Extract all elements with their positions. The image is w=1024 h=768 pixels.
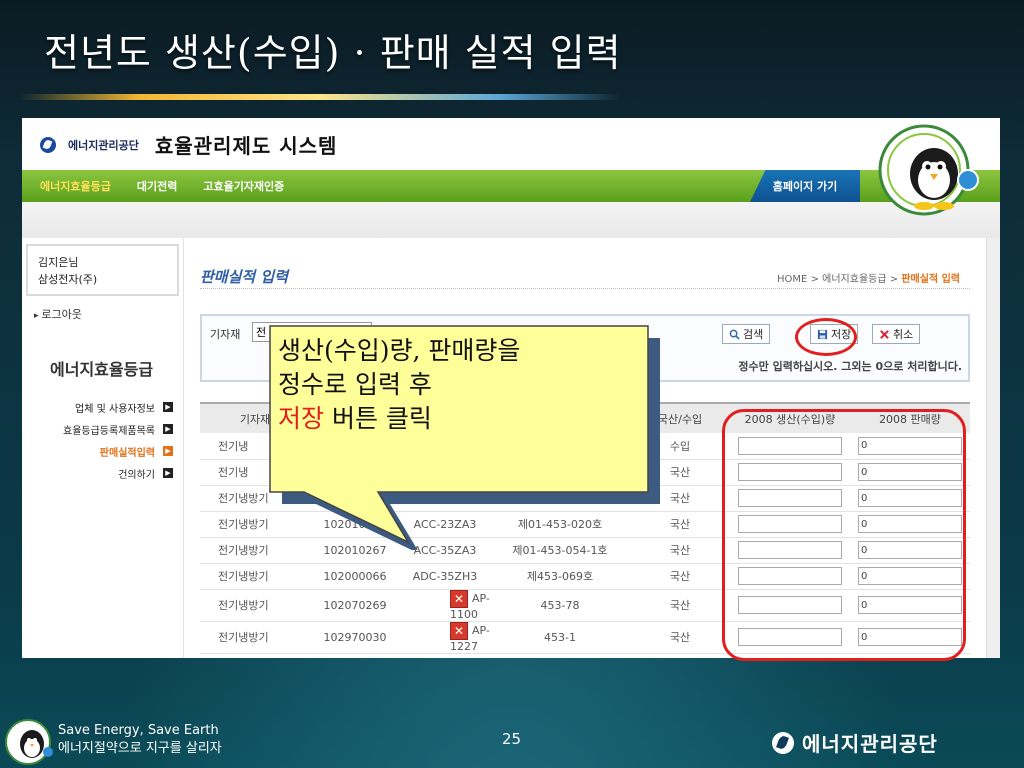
sidebar-item-suggestion[interactable]: 건의하기 ▶ [22, 462, 183, 484]
page-title: 판매실적 입력 [200, 268, 289, 286]
breadcrumb-mid[interactable]: 에너지효율등급 [822, 274, 886, 285]
footer-slogan: Save Energy, Save Earth 에너지절약으로 지구를 살리자 [58, 722, 222, 758]
sidebar-section-title: 에너지효율등급 [50, 360, 154, 379]
logout-link[interactable]: 로그아웃 [34, 306, 183, 322]
sidebar-item-label: 효율등급등록제품목록 [63, 425, 155, 437]
logo-row: 에너지관리공단 효율관리제도 시스템 [40, 130, 337, 159]
slide-title: 전년도 생산(수입) · 판매 실적 입력 [44, 31, 622, 75]
left-sidebar: 김지은님 삼성전자(주) 로그아웃 에너지효율등급 업체 및 사용자정보 ▶ 효… [22, 238, 184, 658]
footer-slogan-ko: 에너지절약으로 지구를 살리자 [58, 741, 222, 756]
equipment-cell: 전기냉방기 [200, 589, 310, 622]
homepage-link[interactable]: 홈페이지 가기 [750, 170, 860, 202]
footer-slogan-en: Save Energy, Save Earth [58, 723, 219, 738]
breadcrumb-separator: > [810, 274, 819, 285]
origin-cell: 국산 [630, 589, 730, 622]
breadcrumb-separator: > [889, 274, 899, 285]
sidebar-item-registered-products[interactable]: 효율등급등록제품목록 ▶ [22, 418, 183, 440]
arrow-right-icon: ▶ [163, 446, 173, 456]
arrow-right-icon: ▶ [163, 424, 173, 434]
sidebar-menu: 업체 및 사용자정보 ▶ 효율등급등록제품목록 ▶ 판매실적입력 ▶ 건의하기 … [22, 396, 183, 484]
delete-icon[interactable]: ✕ [450, 621, 468, 640]
search-button-label: 검색 [743, 328, 764, 341]
sidebar-item-sales-input[interactable]: 판매실적입력 ▶ [22, 440, 183, 462]
code-cell: 102970030 [310, 621, 400, 654]
heading-divider [200, 288, 970, 289]
callout-line: 생산(수입)량, 판매량을 [278, 336, 521, 365]
user-name: 김지은님 [38, 256, 79, 269]
vertical-scrollbar[interactable] [986, 238, 1000, 658]
callout-save-word: 저장 [278, 404, 325, 433]
callout-line-rest: 버튼 클릭 [324, 404, 432, 433]
equipment-cell: 전기냉방기 [200, 563, 310, 590]
user-info-box: 김지은님 삼성전자(주) [26, 244, 179, 296]
search-icon [729, 329, 740, 340]
cancel-button-label: 취소 [893, 328, 914, 341]
callout-text: 생산(수입)량, 판매량을 정수로 입력 후 저장 버튼 클릭 [278, 334, 638, 436]
code-cell: 102070269 [310, 589, 400, 622]
footer-penguin-icon [5, 719, 53, 765]
cert-number-cell: 제453-069호 [490, 563, 630, 590]
footer-brand: 에너지관리공단 [772, 728, 938, 757]
callout-line: 정수로 입력 후 [278, 370, 432, 399]
cancel-button[interactable]: 취소 [872, 324, 921, 344]
cancel-x-icon [880, 329, 889, 339]
breadcrumb-home[interactable]: HOME [777, 274, 807, 285]
callout-line: 저장 버튼 클릭 [278, 402, 638, 436]
sidebar-item-company-info[interactable]: 업체 및 사용자정보 ▶ [22, 396, 183, 418]
origin-cell: 국산 [630, 563, 730, 590]
sidebar-item-label: 업체 및 사용자정보 [75, 403, 155, 415]
org-logo-icon [40, 136, 56, 153]
input-columns-highlight [722, 409, 966, 661]
integer-notice: 정수만 입력하십시오. 그외는 0으로 처리합니다. [738, 360, 962, 373]
title-underline [20, 94, 620, 100]
save-button-highlight [795, 318, 857, 356]
arrow-right-icon: ▶ [163, 402, 173, 412]
cert-number-cell: 453-78 [490, 589, 630, 622]
sidebar-item-label: 판매실적입력 [99, 447, 155, 459]
instruction-callout: 생산(수입)량, 판매량을 정수로 입력 후 저장 버튼 클릭 [262, 320, 662, 550]
code-cell: 102000066 [310, 563, 400, 590]
search-button[interactable]: 검색 [722, 324, 771, 344]
footer-brand-text: 에너지관리공단 [802, 732, 938, 756]
app-header: 에너지관리공단 효율관리제도 시스템 에너지효율등급 대기전력 고효율기자재인증… [22, 118, 1000, 238]
org-logo-icon [772, 731, 794, 754]
equipment-label: 기자재 [210, 328, 241, 341]
arrow-right-icon: ▶ [163, 468, 173, 478]
sidebar-item-label: 건의하기 [118, 469, 155, 481]
cert-number-cell: 453-1 [490, 621, 630, 654]
page-number: 25 [502, 730, 522, 748]
nav-item-high-efficiency[interactable]: 고효율기자재인증 [203, 178, 284, 194]
model-cell: ADC-35ZH3 [400, 563, 490, 590]
model-cell: ✕ AP-1227 [400, 621, 490, 654]
nav-item-standby-power[interactable]: 대기전력 [137, 178, 177, 194]
org-logo-text: 에너지관리공단 [68, 138, 139, 152]
origin-cell: 국산 [630, 621, 730, 654]
company-name: 삼성전자(주) [38, 273, 98, 286]
breadcrumb: HOME > 에너지효율등급 > 판매실적 입력 [777, 270, 960, 285]
model-cell: ✕ AP-1100 [400, 589, 490, 622]
equipment-cell: 전기냉방기 [200, 621, 310, 654]
system-title: 효율관리제도 시스템 [154, 134, 338, 158]
penguin-mascot-icon [878, 124, 979, 216]
breadcrumb-current: 판매실적 입력 [901, 274, 960, 285]
nav-item-energy-grade[interactable]: 에너지효율등급 [40, 178, 111, 194]
delete-icon[interactable]: ✕ [450, 589, 468, 608]
